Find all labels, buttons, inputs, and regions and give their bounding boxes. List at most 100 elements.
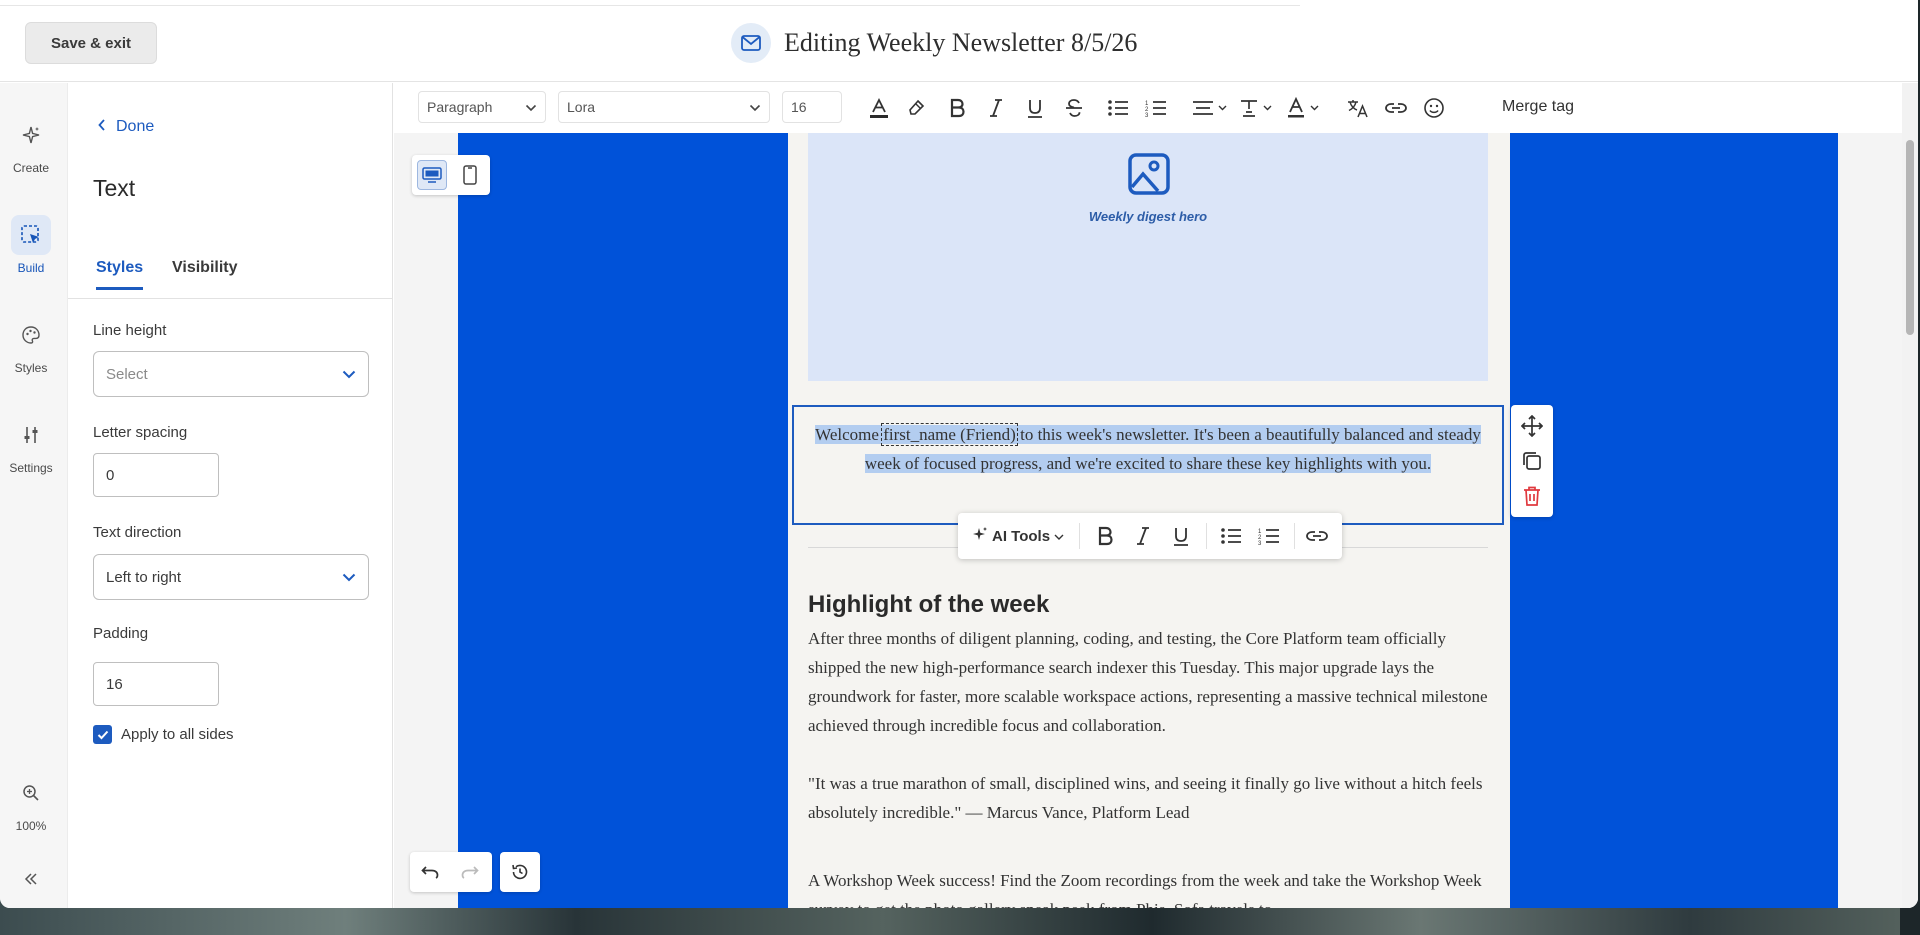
link-icon[interactable] xyxy=(1381,93,1411,123)
header-divider xyxy=(0,5,1300,6)
letter-spacing-label: Letter spacing xyxy=(93,424,188,441)
done-label: Done xyxy=(116,118,155,135)
inline-italic-icon[interactable] xyxy=(1128,521,1158,551)
text-color-icon[interactable] xyxy=(864,93,894,123)
tab-styles[interactable]: Styles xyxy=(96,259,144,290)
toolbar-separator xyxy=(1294,523,1295,549)
hero-image-placeholder[interactable]: Weekly digest hero xyxy=(808,133,1488,381)
svg-text:3: 3 xyxy=(1258,541,1262,545)
image-icon xyxy=(1128,153,1170,200)
chevron-down-icon xyxy=(525,99,537,115)
rail-label-settings: Settings xyxy=(9,461,53,475)
text-direction-label: Text direction xyxy=(93,524,182,541)
line-height-select[interactable]: Select xyxy=(93,351,369,397)
tab-visibility[interactable]: Visibility xyxy=(172,259,238,287)
properties-panel: Done Text Styles Visibility Line height … xyxy=(68,83,393,908)
highlighter-icon[interactable] xyxy=(901,93,931,123)
double-chevron-left-icon xyxy=(11,859,51,899)
ai-tools-button[interactable]: AI Tools xyxy=(972,526,1064,546)
bold-icon[interactable] xyxy=(942,93,972,123)
highlight-paragraph[interactable]: After three months of diligent planning,… xyxy=(808,624,1488,740)
translate-icon[interactable] xyxy=(1343,93,1373,123)
zoom-control[interactable]: 100% xyxy=(0,773,62,833)
text-direction-select[interactable]: Left to right xyxy=(93,554,369,600)
done-button[interactable]: Done xyxy=(98,118,154,136)
block-actions xyxy=(1511,405,1553,517)
inline-bullet-list-icon[interactable] xyxy=(1216,521,1246,551)
panel-tabs: Styles Visibility xyxy=(68,259,393,299)
rail-item-create[interactable]: Create xyxy=(0,115,62,175)
underline-icon[interactable] xyxy=(1020,93,1050,123)
title-group: Editing Weekly Newsletter 8/5/26 xyxy=(731,22,1137,64)
align-dropdown-icon[interactable] xyxy=(1189,93,1231,123)
font-family-value: Lora xyxy=(567,99,596,115)
svg-text:3: 3 xyxy=(1145,113,1149,117)
toolbar-separator xyxy=(1079,523,1080,549)
selected-text-block[interactable]: Welcome first_name (Friend) to this week… xyxy=(792,405,1504,525)
rail-label-styles: Styles xyxy=(14,361,48,375)
inline-numbered-list-icon[interactable]: 123 xyxy=(1254,521,1284,551)
emoji-icon[interactable] xyxy=(1419,93,1449,123)
sliders-icon xyxy=(11,415,51,455)
apply-all-sides-checkbox[interactable] xyxy=(93,725,112,744)
block-type-select[interactable]: Paragraph xyxy=(418,91,546,123)
redo-icon[interactable] xyxy=(455,857,485,887)
text-direction-value: Left to right xyxy=(106,568,182,586)
strikethrough-icon[interactable] xyxy=(1059,93,1089,123)
line-height-label: Line height xyxy=(93,322,167,339)
numbered-list-icon[interactable]: 123 xyxy=(1141,93,1171,123)
desktop-view-icon[interactable] xyxy=(417,160,447,190)
clear-format-icon[interactable] xyxy=(1237,93,1279,123)
version-history-icon[interactable] xyxy=(500,852,540,892)
apply-all-sides-label: Apply to all sides xyxy=(121,726,234,743)
inline-link-icon[interactable] xyxy=(1302,521,1332,551)
editor-window: Save & exit Editing Weekly Newsletter 8/… xyxy=(0,0,1918,908)
bullet-list-icon[interactable] xyxy=(1103,93,1133,123)
apply-all-sides-row[interactable]: Apply to all sides xyxy=(93,725,234,744)
sparkle-icon xyxy=(11,115,51,155)
inline-text-toolbar: AI Tools 123 xyxy=(958,513,1342,559)
font-size-value: 16 xyxy=(791,99,807,115)
undo-icon[interactable] xyxy=(415,857,445,887)
mail-icon xyxy=(731,23,771,63)
font-family-select[interactable]: Lora xyxy=(558,91,770,123)
duplicate-icon[interactable] xyxy=(1517,446,1547,476)
rail-item-styles[interactable]: Styles xyxy=(0,315,62,375)
save-exit-button[interactable]: Save & exit xyxy=(25,22,157,64)
padding-input[interactable]: 16 xyxy=(93,662,219,706)
zoom-level: 100% xyxy=(15,819,47,833)
move-icon[interactable] xyxy=(1517,411,1547,441)
panel-title: Text xyxy=(93,175,136,201)
workshop-paragraph[interactable]: A Workshop Week success! Find the Zoom r… xyxy=(808,866,1488,908)
inline-bold-icon[interactable] xyxy=(1090,521,1120,551)
page-title: Editing Weekly Newsletter 8/5/26 xyxy=(784,28,1138,57)
rail-item-build[interactable]: Build xyxy=(0,215,62,275)
padding-label: Padding xyxy=(93,625,149,642)
format-toolbar: Paragraph Lora 16 1 2 3 Merge tag xyxy=(394,83,1918,133)
build-select-icon xyxy=(11,215,51,255)
hero-caption: Weekly digest hero xyxy=(1088,209,1208,224)
first-name-merge-tag[interactable]: first_name (Friend) xyxy=(881,423,1018,446)
ai-tools-label: AI Tools xyxy=(992,527,1051,545)
quote-paragraph[interactable]: "It was a true marathon of small, discip… xyxy=(808,769,1488,827)
intro-text-before: Welcome xyxy=(815,425,884,444)
merge-tag-button[interactable]: Merge tag xyxy=(1502,98,1574,116)
chevron-down-icon xyxy=(1054,528,1064,545)
inline-underline-icon[interactable] xyxy=(1166,521,1196,551)
block-type-value: Paragraph xyxy=(427,99,493,115)
ai-sparkle-icon xyxy=(972,526,988,546)
scrollbar-thumb[interactable] xyxy=(1906,140,1914,335)
left-rail: Create Build Styles Settings 100% xyxy=(0,83,68,908)
collapse-rail-button[interactable] xyxy=(0,859,62,905)
mobile-view-icon[interactable] xyxy=(455,160,485,190)
font-size-input[interactable]: 16 xyxy=(782,91,842,123)
delete-icon[interactable] xyxy=(1517,481,1547,511)
rail-label-build: Build xyxy=(17,261,45,275)
chevron-left-icon xyxy=(98,118,106,136)
italic-icon[interactable] xyxy=(981,93,1011,123)
header: Save & exit Editing Weekly Newsletter 8/… xyxy=(0,0,1918,82)
rail-item-settings[interactable]: Settings xyxy=(0,415,62,475)
font-color-dropdown-icon[interactable] xyxy=(1284,93,1326,123)
section-heading[interactable]: Highlight of the week xyxy=(808,591,1049,619)
letter-spacing-input[interactable]: 0 xyxy=(93,453,219,497)
